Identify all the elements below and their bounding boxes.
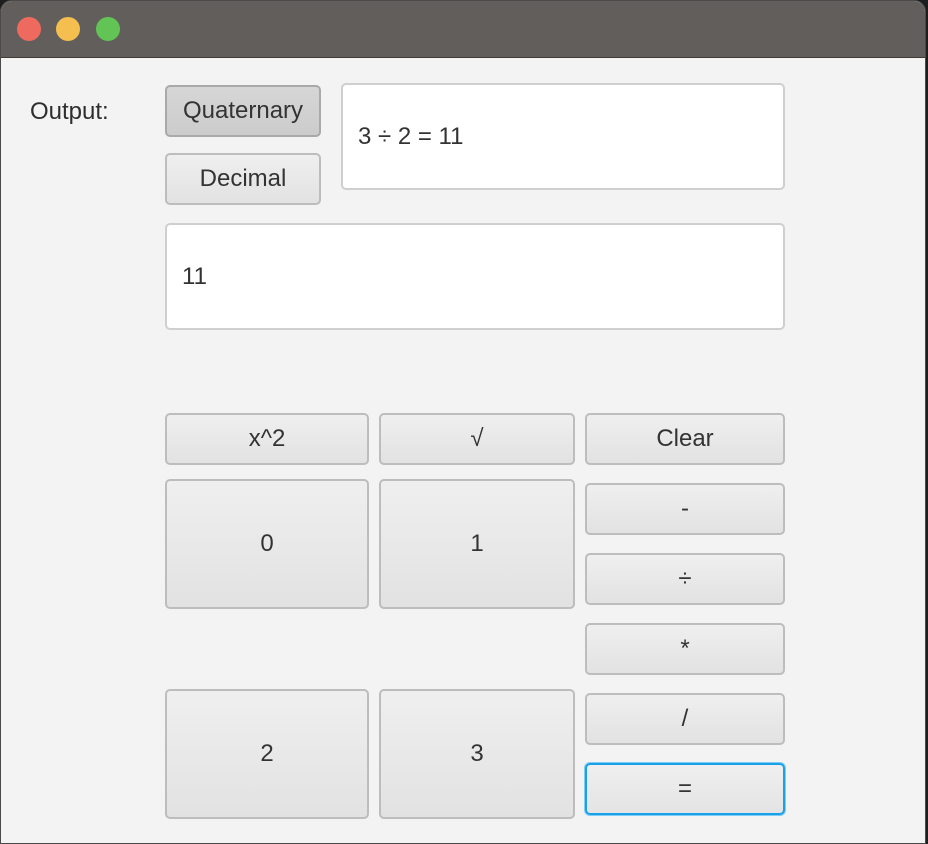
square-button[interactable]: x^2 xyxy=(165,413,369,465)
digit-3-button[interactable]: 3 xyxy=(379,689,575,819)
calculator-body: Output: Quaternary Decimal 3 ÷ 2 = 11 11… xyxy=(1,58,925,843)
multiply-button[interactable]: * xyxy=(585,623,785,675)
divide-button[interactable]: ÷ xyxy=(585,553,785,605)
title-bar xyxy=(1,1,925,58)
minus-button[interactable]: - xyxy=(585,483,785,535)
slash-button[interactable]: / xyxy=(585,693,785,745)
digit-0-button[interactable]: 0 xyxy=(165,479,369,609)
calculator-window: Output: Quaternary Decimal 3 ÷ 2 = 11 11… xyxy=(0,0,926,844)
minimize-window-button[interactable] xyxy=(56,17,80,41)
output-label: Output: xyxy=(30,98,109,125)
equals-button[interactable]: = xyxy=(585,763,785,815)
quaternary-mode-button[interactable]: Quaternary xyxy=(165,85,321,137)
digit-1-button[interactable]: 1 xyxy=(379,479,575,609)
square-root-button[interactable]: √ xyxy=(379,413,575,465)
expression-display: 3 ÷ 2 = 11 xyxy=(341,83,785,190)
clear-button[interactable]: Clear xyxy=(585,413,785,465)
digit-2-button[interactable]: 2 xyxy=(165,689,369,819)
result-display: 11 xyxy=(165,223,785,330)
close-window-button[interactable] xyxy=(17,17,41,41)
decimal-mode-button[interactable]: Decimal xyxy=(165,153,321,205)
zoom-window-button[interactable] xyxy=(96,17,120,41)
